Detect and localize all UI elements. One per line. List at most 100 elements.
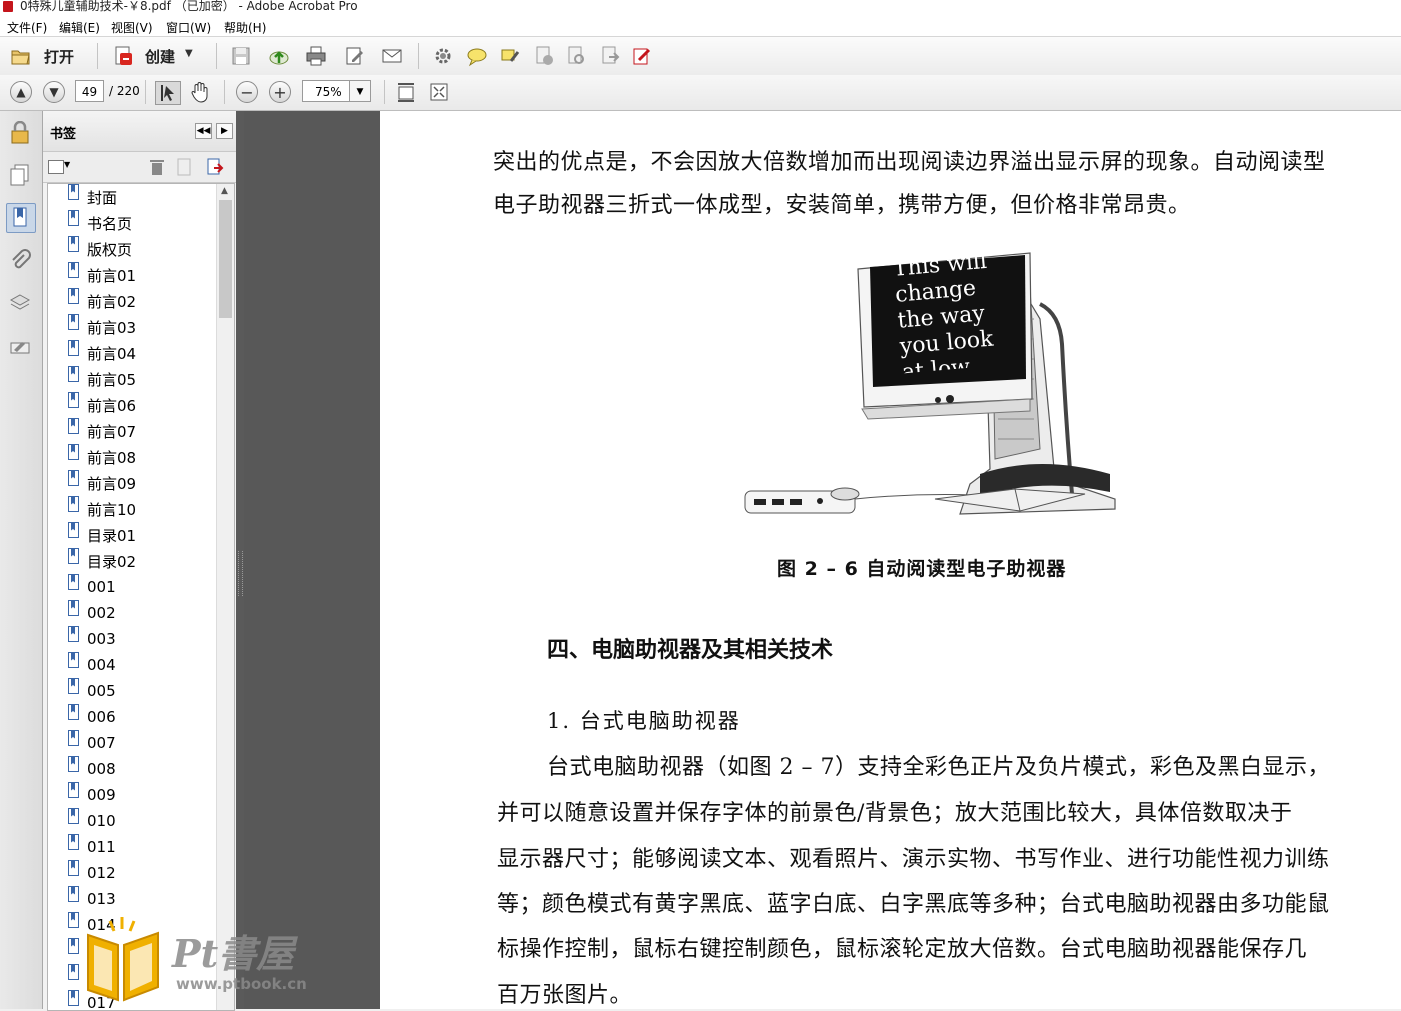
bookmark-icon xyxy=(68,808,79,824)
bookmark-icon xyxy=(68,574,79,590)
bookmark-label: 前言01 xyxy=(87,266,137,285)
bookmark-label: 前言05 xyxy=(87,370,137,389)
bookmark-item[interactable]: 003 xyxy=(68,626,116,652)
page-number-input[interactable]: 49 xyxy=(75,80,104,102)
menu-edit[interactable]: 编辑(E) xyxy=(59,19,100,36)
bookmarks-panel-title: 书签 xyxy=(50,127,77,142)
edit-document-icon[interactable] xyxy=(344,45,366,67)
layers-icon[interactable] xyxy=(6,289,34,317)
bookmark-item[interactable]: 前言03 xyxy=(68,314,136,340)
bookmarks-scrollbar[interactable]: ▲ xyxy=(216,184,234,1010)
bookmark-item[interactable]: 书名页 xyxy=(68,210,132,236)
menu-view[interactable]: 视图(V) xyxy=(111,19,153,36)
bookmark-item[interactable]: 前言06 xyxy=(68,392,136,418)
fit-page-icon[interactable] xyxy=(395,81,417,103)
comment-icon[interactable] xyxy=(466,45,488,67)
open-button[interactable]: 打开 xyxy=(44,46,74,67)
create-pdf-icon[interactable] xyxy=(113,45,135,67)
bookmark-options-dropdown-icon[interactable]: ▼ xyxy=(64,160,70,169)
full-screen-icon[interactable] xyxy=(428,81,450,103)
scroll-up-icon[interactable]: ▲ xyxy=(221,186,228,196)
bookmark-item[interactable]: 前言02 xyxy=(68,288,136,314)
zoom-level-input[interactable]: 75% xyxy=(302,80,350,102)
bookmark-item[interactable]: 013 xyxy=(68,886,116,912)
menu-window[interactable]: 窗口(W) xyxy=(166,19,211,36)
bookmark-icon xyxy=(68,262,79,278)
bookmark-icon xyxy=(68,548,79,564)
bookmark-item[interactable]: 前言05 xyxy=(68,366,136,392)
bookmark-item[interactable]: 012 xyxy=(68,860,116,886)
delete-page-icon[interactable] xyxy=(533,45,555,67)
zoom-in-icon[interactable]: + xyxy=(269,81,291,103)
bookmark-label: 前言10 xyxy=(87,500,137,519)
security-lock-icon[interactable] xyxy=(6,119,34,147)
highlight-icon[interactable] xyxy=(499,45,521,67)
open-folder-icon[interactable] xyxy=(10,45,32,67)
bookmark-label: 001 xyxy=(87,578,116,596)
bookmark-item[interactable]: 前言10 xyxy=(68,496,136,522)
bookmark-item[interactable]: 006 xyxy=(68,704,116,730)
bookmark-options-icon[interactable] xyxy=(48,160,64,174)
sign-form-icon[interactable] xyxy=(631,45,653,67)
body-text-line: 突出的优点是，不会因放大倍数增加而出现阅读边界溢出显示屏的现象。自动阅读型 xyxy=(493,150,1326,175)
bookmark-item[interactable]: 前言07 xyxy=(68,418,136,444)
collapse-panel-icon[interactable]: ◀◀ xyxy=(195,123,212,139)
bookmark-item[interactable]: 005 xyxy=(68,678,116,704)
zoom-dropdown-icon[interactable]: ▼ xyxy=(349,80,371,102)
bookmark-item[interactable]: 011 xyxy=(68,834,116,860)
watermark-url: www.ptbook.cn xyxy=(176,975,307,993)
bookmark-properties-icon[interactable] xyxy=(204,156,226,178)
bookmark-item[interactable]: 008 xyxy=(68,756,116,782)
create-dropdown-icon[interactable]: ▼ xyxy=(185,48,193,59)
figure-caption: 图 2 – 6 自动阅读型电子助视器 xyxy=(777,558,1067,580)
save-icon[interactable] xyxy=(230,45,252,67)
expand-panel-icon[interactable]: ▶ xyxy=(216,123,233,139)
panel-splitter[interactable] xyxy=(236,111,244,1009)
paragraph-line: 百万张图片。 xyxy=(497,983,633,1008)
bookmark-item[interactable]: 007 xyxy=(68,730,116,756)
bookmark-icon xyxy=(68,184,79,200)
bookmark-item[interactable]: 010 xyxy=(68,808,116,834)
bookmark-item[interactable]: 001 xyxy=(68,574,116,600)
bookmark-item[interactable]: 前言04 xyxy=(68,340,136,366)
bookmark-item[interactable]: 009 xyxy=(68,782,116,808)
create-button[interactable]: 创建 xyxy=(145,46,175,67)
bookmark-icon xyxy=(68,990,79,1006)
bookmark-item[interactable]: 前言08 xyxy=(68,444,136,470)
upload-cloud-icon[interactable] xyxy=(268,45,290,67)
paragraph-line: 显示器尺寸；能够阅读文本、观看照片、演示实物、书写作业、进行功能性视力训练 xyxy=(497,847,1330,872)
bookmark-item[interactable]: 封面 xyxy=(68,184,117,210)
menu-file[interactable]: 文件(F) xyxy=(7,19,47,36)
next-page-icon[interactable]: ▼ xyxy=(43,81,65,103)
print-icon[interactable] xyxy=(305,45,327,67)
zoom-out-icon[interactable]: − xyxy=(236,81,258,103)
bookmarks-toolbar: ▼ xyxy=(43,152,236,183)
bookmark-item[interactable]: 前言09 xyxy=(68,470,136,496)
bookmark-item[interactable]: 目录02 xyxy=(68,548,136,574)
bookmarks-scroll-thumb[interactable] xyxy=(219,200,232,318)
bookmark-label: 书名页 xyxy=(87,214,133,233)
email-icon[interactable] xyxy=(381,45,403,67)
hand-tool-icon[interactable] xyxy=(189,81,211,103)
previous-page-icon[interactable]: ▲ xyxy=(10,81,32,103)
select-cursor-icon[interactable] xyxy=(155,81,181,105)
bookmark-icon xyxy=(68,678,79,694)
bookmark-item[interactable]: 版权页 xyxy=(68,236,132,262)
menu-help[interactable]: 帮助(H) xyxy=(224,19,266,36)
bookmark-item[interactable]: 目录01 xyxy=(68,522,136,548)
export-page-icon[interactable] xyxy=(599,45,621,67)
bookmark-item[interactable]: 004 xyxy=(68,652,116,678)
settings-gear-icon[interactable] xyxy=(432,45,454,67)
search-page-icon[interactable] xyxy=(565,45,587,67)
page-thumbnails-icon[interactable] xyxy=(6,161,34,189)
bookmark-label: 002 xyxy=(87,604,116,622)
bookmark-item[interactable]: 前言01 xyxy=(68,262,136,288)
bookmarks-icon[interactable] xyxy=(6,203,36,233)
document-background xyxy=(244,111,380,1009)
delete-bookmark-icon[interactable] xyxy=(146,156,168,178)
bookmark-item[interactable]: 002 xyxy=(68,600,116,626)
attachments-icon[interactable] xyxy=(6,247,34,275)
bookmark-icon xyxy=(68,730,79,746)
signatures-icon[interactable] xyxy=(6,333,34,361)
new-bookmark-icon[interactable] xyxy=(173,156,195,178)
